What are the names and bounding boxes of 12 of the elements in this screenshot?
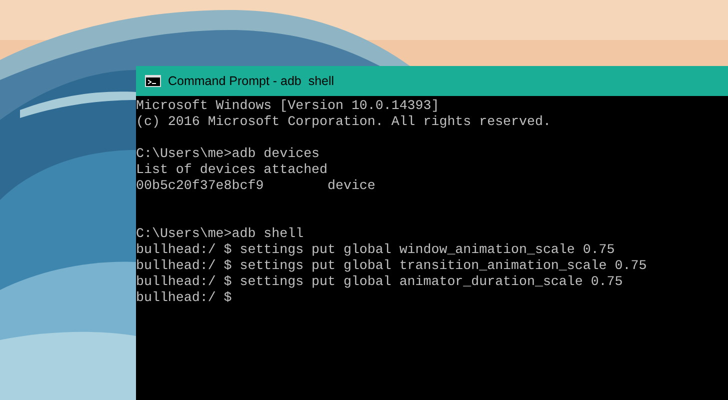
console-line: C:\Users\me>adb shell — [136, 226, 304, 242]
console-line: bullhead:/ $ settings put global window_animation_scale 0.75 — [136, 242, 615, 258]
window-title: Command Prompt - adb shell — [168, 72, 334, 90]
console-line: bullhead:/ $ — [136, 290, 232, 306]
console-line: List of devices attached — [136, 162, 328, 178]
console-line: bullhead:/ $ settings put global transition_animation_scale 0.75 — [136, 258, 647, 274]
console-line: 00b5c20f37e8bcf9 device — [136, 178, 376, 194]
console-line: (c) 2016 Microsoft Corporation. All rights reserved. — [136, 114, 551, 130]
terminal-icon — [145, 75, 161, 87]
console-line: bullhead:/ $ settings put global animator_duration_scale 0.75 — [136, 274, 623, 290]
console-line: Microsoft Windows [Version 10.0.14393] — [136, 98, 440, 114]
console-line: C:\Users\me>adb devices — [136, 146, 320, 162]
